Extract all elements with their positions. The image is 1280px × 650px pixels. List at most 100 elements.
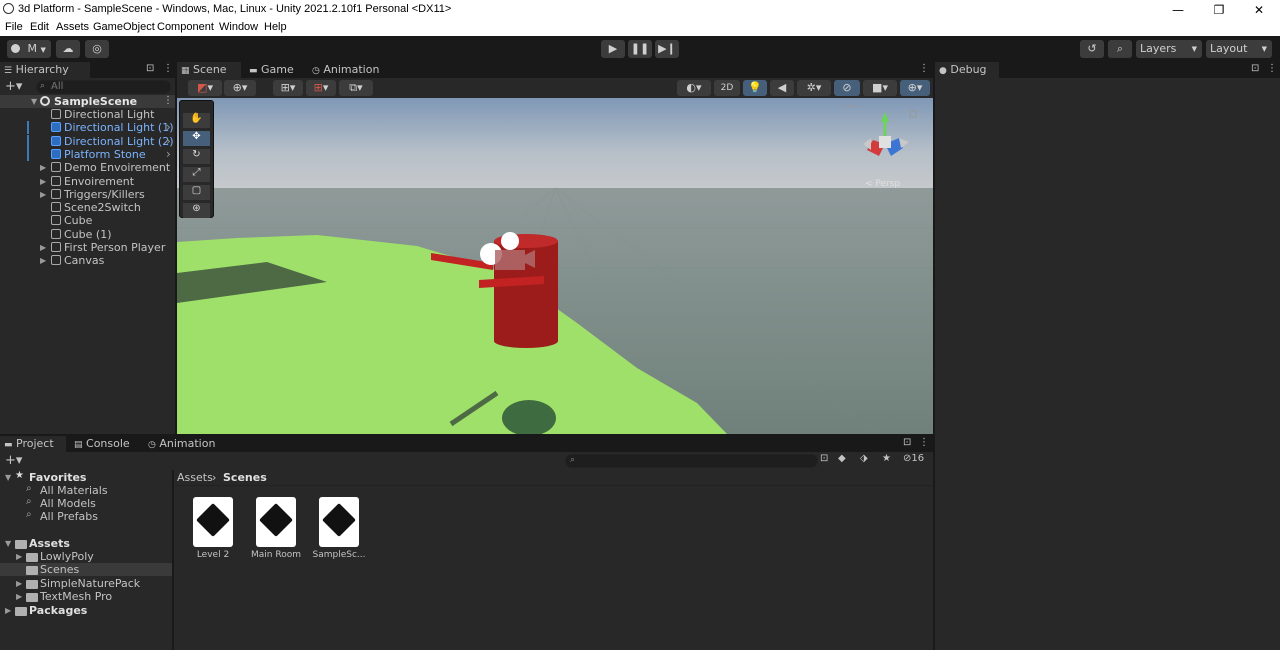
expand-arrow-icon[interactable]: ▶ — [40, 163, 46, 172]
expand-arrow-icon[interactable]: ▼ — [31, 97, 37, 106]
favorite-all-materials[interactable]: All Materials — [40, 484, 108, 497]
scene-file-name[interactable]: Level 2 — [178, 550, 248, 560]
hierarchy-item[interactable]: Directional Light — [0, 108, 175, 121]
audio-toggle[interactable]: ◀ — [770, 80, 794, 96]
collab-button[interactable]: ◎ — [85, 40, 109, 58]
expand-arrow-icon[interactable]: ▶ — [40, 243, 46, 252]
menu-component[interactable]: Component — [157, 21, 214, 33]
scale-tool-button[interactable]: ⤢ — [183, 167, 210, 182]
chevron-right-icon[interactable]: › — [166, 134, 171, 148]
rotate-tool-button[interactable]: ↻ — [183, 149, 210, 164]
tab-animation-bottom[interactable]: ◷ Animation — [144, 436, 224, 452]
scene-file-name[interactable]: Main Room — [241, 550, 311, 560]
layout-dropdown[interactable]: Layout ▼ — [1206, 40, 1272, 58]
tab-game[interactable]: ▬ Game — [245, 62, 301, 78]
hierarchy-item[interactable]: ▶ Envoirement — [0, 175, 175, 188]
menu-window[interactable]: Window — [219, 21, 258, 33]
cloud-button[interactable]: ☁ — [56, 40, 80, 58]
more-menu-icon[interactable]: ⋮ — [1267, 63, 1277, 74]
camera-button[interactable]: ■▾ — [863, 80, 897, 96]
grid-snap-button[interactable]: ⊞▾ — [273, 80, 303, 96]
hierarchy-item[interactable]: ▶ Canvas — [0, 254, 175, 267]
lock-icon[interactable]: ⊡ — [903, 437, 911, 448]
account-dropdown[interactable]: M ▼ — [7, 40, 51, 58]
hierarchy-item[interactable]: Cube — [0, 214, 175, 227]
layers-dropdown[interactable]: Layers ▼ — [1136, 40, 1202, 58]
more-menu-icon[interactable]: ⋮ — [919, 63, 929, 74]
tab-animation[interactable]: ◷ Animation — [308, 62, 388, 78]
scene-viewport[interactable]: < Persp ✋ ✥ ↻ ⤢ ▢ ⊛ — [177, 98, 933, 434]
hidden-packages-toggle[interactable]: ⊘16 — [903, 453, 924, 464]
add-button[interactable]: +▾ — [5, 79, 22, 94]
favorite-star-icon[interactable]: ★ — [882, 453, 891, 464]
expand-arrow-icon[interactable]: ▼ — [5, 539, 11, 548]
draw-mode-button[interactable]: ◩▾ — [188, 80, 222, 96]
tab-console[interactable]: ▤ Console — [70, 436, 136, 452]
search-button[interactable]: ⌕ — [1108, 40, 1132, 58]
asset-folder-simplenaturepack[interactable]: SimpleNaturePack — [40, 577, 140, 590]
breadcrumb-scenes[interactable]: Scenes — [223, 471, 267, 484]
breadcrumb-assets[interactable]: Assets — [177, 471, 213, 484]
hierarchy-item[interactable]: Directional Light (1) › — [0, 120, 175, 135]
expand-arrow-icon[interactable]: ▶ — [16, 552, 22, 561]
expand-arrow-icon[interactable]: ▶ — [5, 606, 11, 615]
persp-label[interactable]: < Persp — [865, 179, 900, 189]
add-button[interactable]: +▾ — [5, 453, 22, 468]
favorite-all-prefabs[interactable]: All Prefabs — [40, 510, 98, 523]
chevron-right-icon[interactable]: › — [166, 120, 171, 134]
menu-file[interactable]: File — [5, 21, 23, 33]
scene-file-name[interactable]: SampleSc... — [304, 550, 374, 560]
expand-arrow-icon[interactable]: ▶ — [40, 190, 46, 199]
tab-project[interactable]: ▬ Project — [0, 436, 66, 452]
asset-folder-textmesh-pro[interactable]: TextMesh Pro — [40, 590, 112, 603]
favorite-all-models[interactable]: All Models — [40, 497, 96, 510]
expand-arrow-icon[interactable]: ▶ — [16, 579, 22, 588]
transform-tool-button[interactable]: ⊛ — [183, 203, 210, 218]
incremental-snap-button[interactable]: ⊞▾ — [306, 80, 336, 96]
asset-folder-lowlypoly[interactable]: LowlyPoly — [40, 550, 94, 563]
expand-arrow-icon[interactable]: ▶ — [40, 256, 46, 265]
chevron-right-icon[interactable]: › — [166, 147, 171, 161]
lock-icon[interactable]: ⊡ — [1251, 63, 1259, 74]
hierarchy-search-input[interactable]: ⌕ All — [36, 80, 171, 94]
filter-by-label-icon[interactable]: ◆ — [838, 453, 846, 464]
tab-hierarchy[interactable]: ☰ Hierarchy — [0, 62, 90, 78]
close-button[interactable]: ✕ — [1239, 0, 1279, 20]
scene-root-row[interactable]: ▼ SampleScene ⋮ — [0, 95, 175, 108]
assets-label[interactable]: Assets — [29, 537, 70, 550]
step-button[interactable]: ▶❙ — [655, 40, 679, 58]
grid-visibility-button[interactable]: ⧉▾ — [339, 80, 373, 96]
rect-tool-button[interactable]: ▢ — [183, 185, 210, 200]
tag-icon[interactable]: ⬗ — [860, 453, 868, 464]
gizmos-button[interactable]: ⊕▾ — [900, 80, 930, 96]
menu-gameobject[interactable]: GameObject — [93, 21, 155, 33]
favorites-label[interactable]: Favorites — [29, 471, 86, 484]
play-button[interactable]: ▶ — [601, 40, 625, 58]
hierarchy-item[interactable]: Platform Stone › — [0, 147, 175, 161]
packages-label[interactable]: Packages — [29, 604, 87, 617]
tab-scene[interactable]: ▦ Scene — [177, 62, 241, 78]
hierarchy-item[interactable]: ▶ Demo Envoirement — [0, 161, 175, 174]
more-menu-icon[interactable]: ⋮ — [919, 437, 929, 448]
maximize-button[interactable]: ❐ — [1199, 0, 1239, 20]
asset-folder-scenes[interactable]: Scenes — [40, 563, 79, 576]
hierarchy-item[interactable]: Scene2Switch — [0, 201, 175, 214]
hand-tool-button[interactable]: ✋ — [183, 113, 210, 128]
scene-file-icon[interactable] — [256, 497, 296, 547]
effects-button[interactable]: ✲▾ — [797, 80, 831, 96]
menu-assets[interactable]: Assets — [56, 21, 89, 33]
hierarchy-item[interactable]: ▶ Triggers/Killers — [0, 188, 175, 201]
scene-file-icon[interactable] — [319, 497, 359, 547]
global-button[interactable]: ⊕▾ — [224, 80, 256, 96]
lighting-toggle[interactable]: 💡 — [743, 80, 767, 96]
scene-visibility-toggle[interactable]: ⊘ — [834, 80, 860, 96]
history-button[interactable]: ↺ — [1080, 40, 1104, 58]
expand-arrow-icon[interactable]: ▼ — [5, 473, 11, 482]
search-by-type-icon[interactable]: ⊡ — [820, 453, 828, 464]
move-tool-button[interactable]: ✥ — [183, 131, 210, 146]
project-search-input[interactable]: ⌕ — [565, 454, 818, 468]
lock-icon[interactable]: ⊡ — [146, 63, 154, 74]
expand-arrow-icon[interactable]: ▶ — [16, 592, 22, 601]
more-menu-icon[interactable]: ⋮ — [163, 63, 173, 74]
minimize-button[interactable]: — — [1158, 0, 1198, 20]
